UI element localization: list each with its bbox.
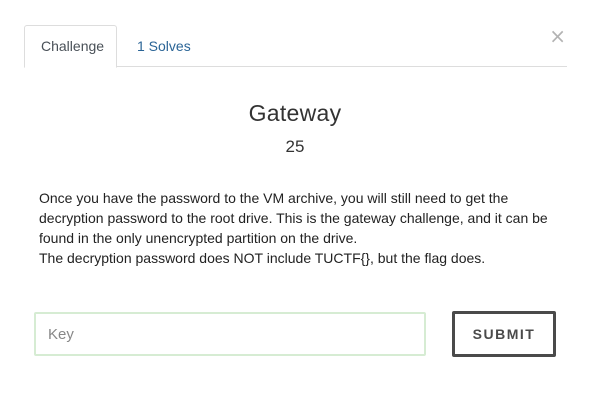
challenge-modal: × Challenge 1 Solves Gateway 25 Once you… [0,0,590,410]
description-paragraph: Once you have the password to the VM arc… [39,190,548,246]
challenge-description: Once you have the password to the VM arc… [39,188,559,268]
tab-challenge[interactable]: Challenge [24,25,117,68]
challenge-title: Gateway [248,100,342,126]
description-paragraph: The decryption password does NOT include… [39,250,486,266]
challenge-points: 25 [285,137,305,156]
tab-bar: Challenge 1 Solves [24,25,567,68]
submit-button[interactable]: SUBMIT [452,311,556,357]
key-input[interactable] [34,312,426,356]
tab-solves[interactable]: 1 Solves [120,25,208,67]
